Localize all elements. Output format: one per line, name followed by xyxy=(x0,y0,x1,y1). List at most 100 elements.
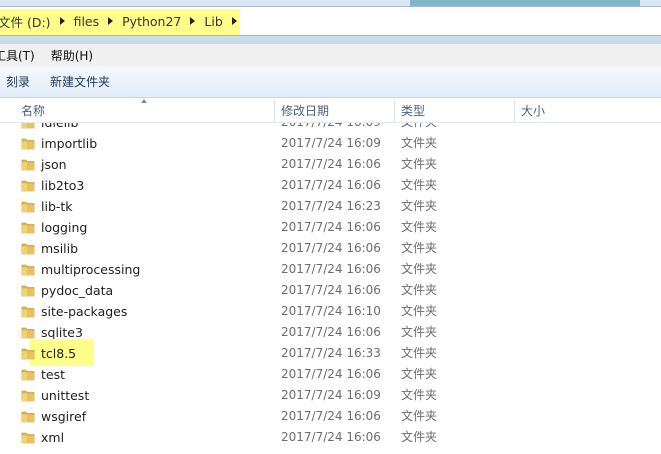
file-row[interactable]: sqlite3 2017/7/24 16:06 文件夹 xyxy=(0,322,661,343)
chevron-right-icon[interactable] xyxy=(108,17,114,25)
file-type: 文件夹 xyxy=(401,123,437,133)
folder-icon xyxy=(21,369,35,381)
file-date: 2017/7/24 16:06 xyxy=(281,367,381,381)
file-date: 2017/7/24 16:06 xyxy=(281,325,381,339)
chevron-right-icon[interactable] xyxy=(231,17,237,25)
file-name: lib2to3 xyxy=(41,178,85,193)
address-bar[interactable]: 文件 (D:) files Python27 Lib xyxy=(0,6,661,36)
file-type: 文件夹 xyxy=(401,136,438,150)
file-row[interactable]: xml 2017/7/24 16:06 文件夹 xyxy=(0,427,661,448)
breadcrumb: 文件 (D:) files Python27 Lib xyxy=(0,7,246,35)
file-date: 2017/7/24 16:23 xyxy=(281,199,381,213)
new-folder-button[interactable]: 新建文件夹 xyxy=(40,73,120,90)
file-row[interactable]: lib-tk 2017/7/24 16:23 文件夹 xyxy=(0,196,661,217)
file-name: wsgiref xyxy=(41,409,87,424)
file-type: 文件夹 xyxy=(401,241,438,255)
menu-tools[interactable]: 工具(T) xyxy=(0,47,43,64)
file-name: xml xyxy=(41,430,65,445)
file-row[interactable]: importlib 2017/7/24 16:09 文件夹 xyxy=(0,133,661,154)
breadcrumb-lib[interactable]: Lib xyxy=(204,14,222,29)
column-name[interactable]: 名称 xyxy=(21,99,45,123)
file-row[interactable]: unittest 2017/7/24 16:09 文件夹 xyxy=(0,385,661,406)
file-name: msilib xyxy=(41,241,79,256)
file-name: unittest xyxy=(41,388,90,403)
folder-icon xyxy=(21,138,35,150)
file-date: 2017/7/24 16:06 xyxy=(281,220,381,234)
file-date: 2017/7/24 16:09 xyxy=(281,388,381,402)
folder-icon xyxy=(21,222,35,234)
folder-icon xyxy=(21,180,35,192)
file-row[interactable]: site-packages 2017/7/24 16:10 文件夹 xyxy=(0,301,661,322)
column-header: 名称 修改日期 类型 大小 xyxy=(0,99,661,123)
folder-icon xyxy=(21,327,35,339)
sort-ascending-icon xyxy=(141,99,147,103)
file-row[interactable]: idlelib 2017/7/24 16:09 文件夹 xyxy=(0,123,661,133)
folder-icon xyxy=(21,432,35,444)
file-date: 2017/7/24 16:09 xyxy=(281,123,381,133)
command-bar: 刻录 新建文件夹 xyxy=(0,66,661,98)
menu-bar: 工具(T) 帮助(H) xyxy=(0,44,661,66)
file-type: 文件夹 xyxy=(401,430,438,444)
file-name: idlelib xyxy=(41,123,78,133)
file-type: 文件夹 xyxy=(401,325,438,339)
file-row[interactable]: logging 2017/7/24 16:06 文件夹 xyxy=(0,217,661,238)
file-row[interactable]: wsgiref 2017/7/24 16:06 文件夹 xyxy=(0,406,661,427)
file-name: json xyxy=(41,157,67,172)
file-type: 文件夹 xyxy=(401,283,438,297)
column-size[interactable]: 大小 xyxy=(521,99,545,123)
file-type: 文件夹 xyxy=(401,220,438,234)
burn-button[interactable]: 刻录 xyxy=(0,73,40,90)
file-date: 2017/7/24 16:06 xyxy=(281,241,381,255)
address-bar-area: 文件 (D:) files Python27 Lib xyxy=(0,0,661,44)
folder-icon xyxy=(21,201,35,213)
column-date[interactable]: 修改日期 xyxy=(281,99,329,123)
file-type: 文件夹 xyxy=(401,388,438,402)
file-type: 文件夹 xyxy=(401,178,438,192)
column-divider[interactable] xyxy=(274,99,275,123)
folder-icon xyxy=(21,348,35,360)
file-row[interactable]: lib2to3 2017/7/24 16:06 文件夹 xyxy=(0,175,661,196)
column-type[interactable]: 类型 xyxy=(401,99,425,123)
file-date: 2017/7/24 16:06 xyxy=(281,409,381,423)
folder-icon xyxy=(21,306,35,318)
file-name: importlib xyxy=(41,136,98,151)
file-name: multiprocessing xyxy=(41,262,141,277)
column-divider[interactable] xyxy=(514,99,515,123)
file-date: 2017/7/24 16:33 xyxy=(281,346,381,360)
file-name: pydoc_data xyxy=(41,283,114,298)
file-row[interactable]: pydoc_data 2017/7/24 16:06 文件夹 xyxy=(0,280,661,301)
file-name: logging xyxy=(41,220,88,235)
file-name: test xyxy=(41,367,66,382)
file-row[interactable]: json 2017/7/24 16:06 文件夹 xyxy=(0,154,661,175)
file-row[interactable]: msilib 2017/7/24 16:06 文件夹 xyxy=(0,238,661,259)
file-row[interactable]: multiprocessing 2017/7/24 16:06 文件夹 xyxy=(0,259,661,280)
file-type: 文件夹 xyxy=(401,157,438,171)
breadcrumb-drive[interactable]: 文件 (D:) xyxy=(0,12,51,31)
file-type: 文件夹 xyxy=(401,262,438,276)
chevron-right-icon[interactable] xyxy=(59,17,65,25)
folder-icon xyxy=(21,390,35,402)
breadcrumb-python27[interactable]: Python27 xyxy=(122,14,181,29)
file-type: 文件夹 xyxy=(401,346,438,360)
chevron-right-icon[interactable] xyxy=(190,17,196,25)
file-date: 2017/7/24 16:06 xyxy=(281,262,381,276)
file-type: 文件夹 xyxy=(401,367,438,381)
file-name: lib-tk xyxy=(41,199,73,214)
folder-icon xyxy=(21,243,35,255)
breadcrumb-files[interactable]: files xyxy=(74,14,100,29)
folder-icon xyxy=(21,123,35,129)
column-divider[interactable] xyxy=(394,99,395,123)
file-list: idlelib 2017/7/24 16:09 文件夹 importlib 2017/7… xyxy=(0,123,661,454)
file-name: tcl8.5 xyxy=(41,346,77,361)
menu-help[interactable]: 帮助(H) xyxy=(43,47,101,64)
folder-icon xyxy=(21,285,35,297)
file-date: 2017/7/24 16:10 xyxy=(281,304,381,318)
file-date: 2017/7/24 16:06 xyxy=(281,178,381,192)
file-date: 2017/7/24 16:09 xyxy=(281,136,381,150)
file-date: 2017/7/24 16:06 xyxy=(281,157,381,171)
file-type: 文件夹 xyxy=(401,199,438,213)
file-row[interactable]: test 2017/7/24 16:06 文件夹 xyxy=(0,364,661,385)
folder-icon xyxy=(21,411,35,423)
file-date: 2017/7/24 16:06 xyxy=(281,430,381,444)
file-row[interactable]: tcl8.5 2017/7/24 16:33 文件夹 xyxy=(0,339,661,366)
